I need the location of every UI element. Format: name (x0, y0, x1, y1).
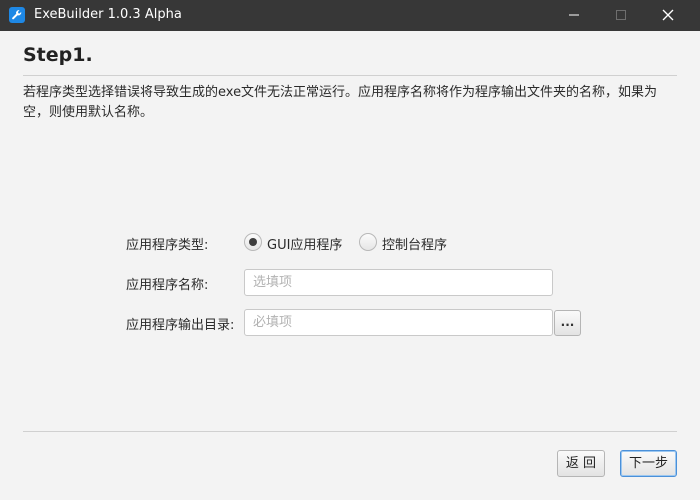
page-description: 若程序类型选择错误将导致生成的exe文件无法正常运行。应用程序名称将作为程序输出… (23, 85, 658, 120)
radio-selected-icon (244, 233, 262, 251)
console-app-radio-label: 控制台程序 (382, 238, 448, 253)
browse-button[interactable]: ... (554, 310, 581, 336)
header-divider (23, 75, 677, 76)
app-name-input[interactable] (244, 269, 553, 296)
app-wrench-icon (9, 7, 25, 23)
title-bar[interactable]: ExeBuilder 1.0.3 Alpha (0, 0, 700, 31)
close-icon (662, 9, 674, 21)
gui-app-radio[interactable]: GUI应用程序 (244, 233, 348, 253)
app-window: ExeBuilder 1.0.3 Alpha Step1. 若程序类型选择错误将… (0, 0, 700, 500)
app-name-label: 应用程序名称: (126, 278, 209, 293)
minimize-button[interactable] (551, 0, 597, 31)
window-title: ExeBuilder 1.0.3 Alpha (34, 7, 182, 22)
radio-unselected-icon (359, 233, 377, 251)
app-type-label: 应用程序类型: (126, 238, 209, 253)
console-app-radio[interactable]: 控制台程序 (359, 233, 455, 253)
output-dir-label: 应用程序输出目录: (126, 318, 235, 333)
minimize-icon (569, 14, 579, 16)
back-button[interactable]: 返 回 (557, 450, 605, 477)
next-button[interactable]: 下一步 (620, 450, 677, 477)
maximize-icon (616, 10, 626, 20)
close-button[interactable] (645, 0, 691, 31)
page-title: Step1. (23, 44, 93, 66)
gui-app-radio-label: GUI应用程序 (267, 238, 343, 253)
footer-divider (23, 431, 677, 432)
maximize-button[interactable] (598, 0, 644, 31)
output-dir-input[interactable] (244, 309, 553, 336)
